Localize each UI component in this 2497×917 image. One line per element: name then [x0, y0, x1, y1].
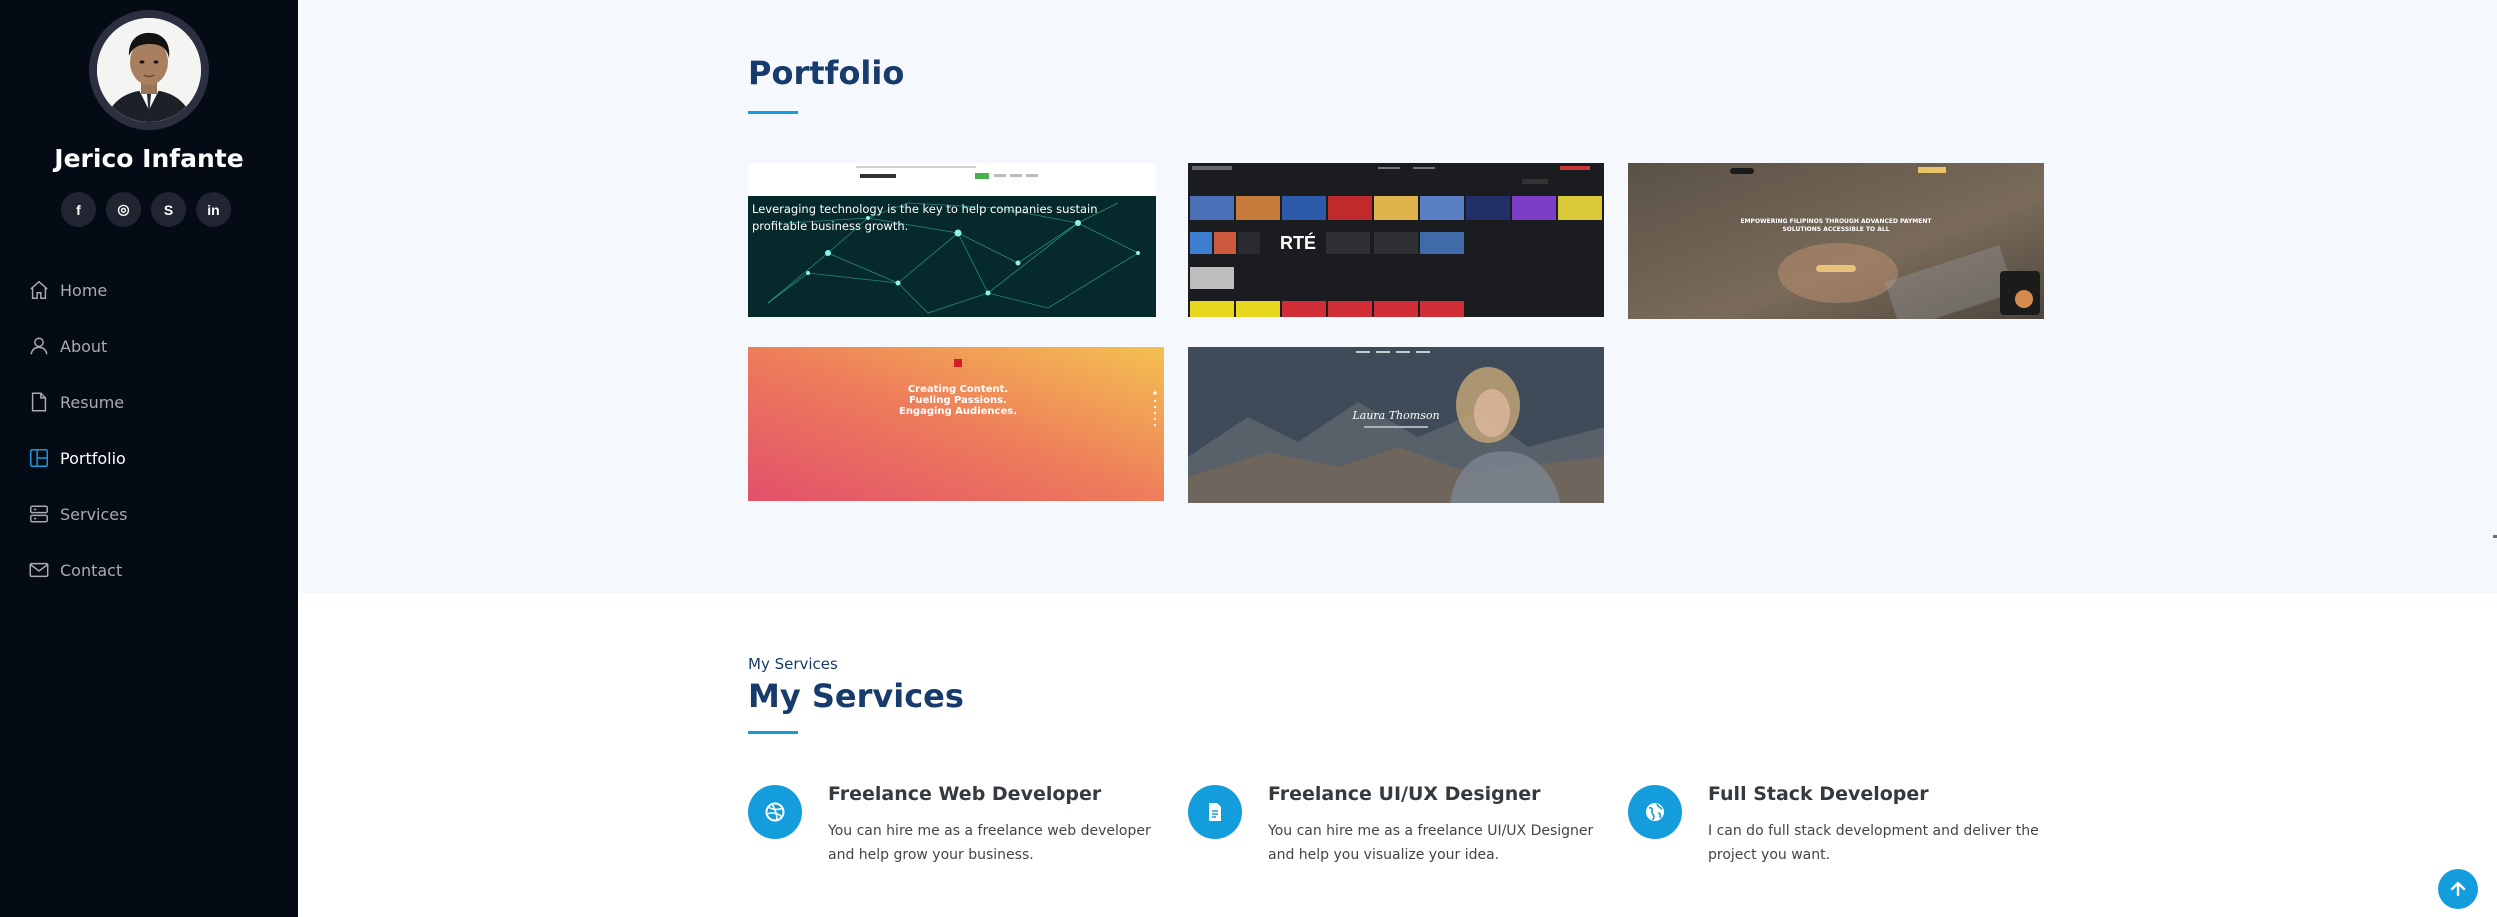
profile-name: Jerico Infante: [54, 144, 244, 173]
service-title[interactable]: Freelance Web Developer: [828, 783, 1101, 805]
home-icon: [30, 280, 48, 299]
portfolio-item-4[interactable]: Creating Content. Fueling Passions. Enga…: [748, 347, 1164, 501]
person-icon: [30, 337, 48, 355]
service-card: Freelance UI/UX Designer You can hire me…: [1188, 783, 1618, 883]
nav-item-contact[interactable]: Contact: [28, 542, 127, 598]
instagram-icon[interactable]: ◎: [106, 192, 141, 227]
portfolio-item-1[interactable]: Leveraging technology is the key to help…: [748, 163, 1156, 317]
service-card: Full Stack Developer I can do full stack…: [1628, 783, 2058, 883]
nav-item-label: Services: [60, 504, 128, 524]
service-description: I can do full stack development and deli…: [1708, 823, 2039, 863]
portfolio-item-2[interactable]: RTÉ: [1188, 163, 1604, 317]
skype-icon[interactable]: S: [151, 192, 186, 227]
nav-item-label: Home: [60, 280, 108, 300]
service-title[interactable]: Freelance UI/UX Designer: [1268, 783, 1541, 805]
service-description: You can hire me as a freelance UI/UX Des…: [1268, 823, 1594, 863]
nav-item-about[interactable]: About: [28, 318, 127, 374]
portfolio-title: Portfolio: [748, 54, 905, 92]
thumbnail-hero-text: Creating Content.: [908, 384, 1008, 395]
portfolio-thumbnail: Leveraging technology is the key to help…: [748, 163, 1156, 317]
thumbnail-hero-text: Leveraging technology is the key to help…: [752, 202, 1098, 233]
thumbnail-hero-text: Fueling Passions.: [909, 395, 1007, 406]
services-subtitle: My Services: [748, 655, 838, 673]
facebook-icon[interactable]: f: [61, 192, 96, 227]
globe-icon: [1628, 785, 1682, 839]
server-icon: [30, 505, 48, 523]
nav-item-home[interactable]: Home: [28, 262, 127, 318]
thumbnail-hero-text: Engaging Audiences.: [899, 406, 1017, 417]
avatar: [89, 10, 209, 130]
portfolio-thumbnail: EMPOWERING FILIPINOS THROUGH ADVANCED PA…: [1628, 163, 2044, 319]
portfolio-section: Portfolio Leveraging technology is the k…: [298, 0, 2497, 593]
thumbnail-name-text: Laura Thomson: [1351, 409, 1439, 422]
thumbnail-hero-text: EMPOWERING FILIPINOS THROUGH ADVANCED PA…: [1740, 218, 1932, 233]
title-underline: [748, 731, 798, 734]
sidebar: Jerico Infante f ◎ S in Home About Resum…: [0, 0, 298, 917]
nav-menu: Home About Resume Portfolio Services Con…: [28, 262, 127, 598]
envelope-icon: [29, 562, 49, 578]
title-underline: [748, 111, 798, 114]
document-icon: [1188, 785, 1242, 839]
thumbnail-logo-text: RTÉ: [1280, 232, 1316, 253]
service-title[interactable]: Full Stack Developer: [1708, 783, 1929, 805]
services-title: My Services: [748, 677, 964, 715]
nav-item-portfolio[interactable]: Portfolio: [28, 430, 127, 486]
services-section: My Services My Services Freelance Web De…: [298, 593, 2497, 917]
portfolio-thumbnail: Creating Content. Fueling Passions. Enga…: [748, 347, 1164, 501]
dribbble-icon: [748, 785, 802, 839]
portfolio-icon: [30, 449, 48, 467]
portfolio-thumbnail: Laura Thomson: [1188, 347, 1604, 503]
file-icon: [31, 392, 47, 412]
nav-item-label: Portfolio: [60, 448, 126, 468]
back-to-top-button[interactable]: [2438, 869, 2478, 909]
nav-item-label: Contact: [60, 560, 123, 580]
nav-item-label: About: [60, 336, 108, 356]
service-card: Freelance Web Developer You can hire me …: [748, 783, 1178, 883]
scrollbar-marker: [2493, 535, 2497, 538]
service-description: You can hire me as a freelance web devel…: [828, 823, 1151, 863]
nav-item-services[interactable]: Services: [28, 486, 127, 542]
portfolio-item-5[interactable]: Laura Thomson: [1188, 347, 1604, 503]
social-links: f ◎ S in: [61, 192, 231, 227]
portfolio-item-3[interactable]: EMPOWERING FILIPINOS THROUGH ADVANCED PA…: [1628, 163, 2044, 319]
portfolio-thumbnail: RTÉ: [1188, 163, 1604, 317]
linkedin-icon[interactable]: in: [196, 192, 231, 227]
arrow-up-icon: [2450, 881, 2466, 897]
nav-item-resume[interactable]: Resume: [28, 374, 127, 430]
nav-item-label: Resume: [60, 392, 125, 412]
